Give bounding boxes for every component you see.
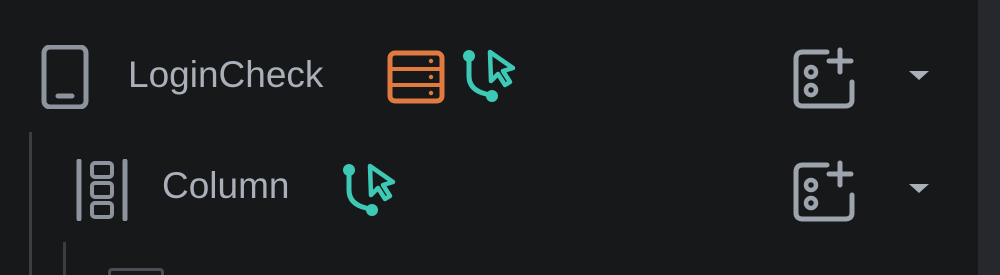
tree-item-column[interactable]: Column [0, 138, 978, 238]
scrollbar[interactable] [978, 0, 1000, 275]
tree-item-label: Column [162, 165, 290, 206]
add-widget-icon[interactable] [791, 46, 857, 110]
chevron-down-icon[interactable] [907, 69, 931, 81]
add-widget-icon[interactable] [791, 159, 857, 223]
widget-tree-panel: LoginCheck Column [0, 0, 978, 275]
tree-item-label: LoginCheck [128, 54, 324, 95]
chevron-down-icon[interactable] [907, 182, 931, 194]
tree-item-logincheck[interactable]: LoginCheck [0, 25, 978, 125]
flow-cursor-icon[interactable] [338, 160, 400, 220]
database-icon[interactable] [387, 50, 445, 104]
column-layout-icon [76, 159, 128, 221]
tree-indent-guide [63, 242, 66, 275]
child-item-icon [108, 268, 164, 275]
mobile-device-icon [41, 45, 89, 109]
flow-cursor-icon[interactable] [458, 46, 520, 106]
tree-indent-guide [29, 132, 32, 275]
